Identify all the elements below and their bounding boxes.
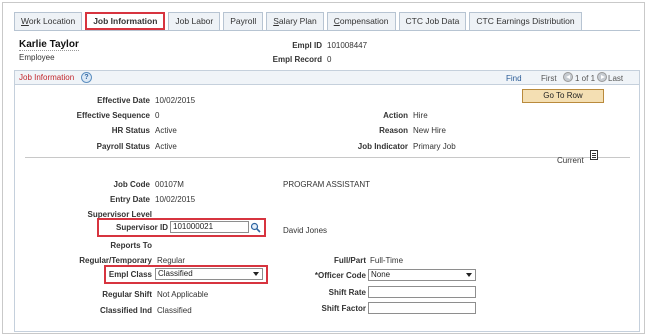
tab-divider (14, 30, 640, 31)
regular-temporary-value: Regular (157, 256, 186, 265)
reason-label: Reason (379, 126, 408, 135)
section-divider (25, 157, 630, 158)
document-icon (590, 150, 598, 160)
effective-date-label: Effective Date (97, 96, 150, 105)
previous-arrow-icon[interactable] (563, 72, 573, 82)
entry-date-value: 10/02/2015 (155, 195, 196, 204)
job-code-label: Job Code (113, 180, 150, 189)
hr-status-label: HR Status (111, 126, 150, 135)
shift-rate-input[interactable] (368, 286, 476, 298)
last-label: Last (608, 74, 624, 83)
regular-shift-label: Regular Shift (102, 290, 152, 299)
section-title: Job Information (19, 73, 75, 82)
effective-sequence-value: 0 (155, 111, 160, 120)
empl-id-value: 101008447 (327, 41, 368, 50)
regular-temporary-label: Regular/Temporary (79, 256, 152, 265)
empl-record-value: 0 (327, 55, 332, 64)
shift-rate-label: Shift Rate (328, 288, 366, 297)
employee-name: Karlie Taylor (19, 39, 79, 51)
next-arrow-icon[interactable] (597, 72, 607, 82)
tab-salary-plan[interactable]: Salary Plan (266, 12, 324, 30)
chevron-down-icon (466, 273, 472, 277)
shift-factor-input[interactable] (368, 302, 476, 314)
search-icon[interactable] (250, 222, 261, 233)
supervisor-name: David Jones (283, 226, 328, 235)
reason-value: New Hire (413, 126, 446, 135)
empl-class-label: Empl Class (108, 270, 152, 279)
tab-compensation[interactable]: Compensation (326, 12, 396, 30)
tab-job-labor[interactable]: Job Labor (168, 12, 221, 30)
empl-record-label: Empl Record (272, 55, 322, 64)
effective-date-value: 10/02/2015 (155, 96, 196, 105)
chevron-down-icon (253, 272, 259, 276)
officer-code-selected: None (371, 270, 391, 279)
full-part-label: Full/Part (333, 256, 366, 265)
payroll-status-label: Payroll Status (96, 142, 150, 151)
officer-code-select[interactable]: None (368, 269, 476, 281)
payroll-status-value: Active (155, 142, 177, 151)
reports-to-label: Reports To (110, 241, 152, 250)
tab-ctc-earnings-distribution[interactable]: CTC Earnings Distribution (469, 12, 582, 30)
supervisor-id-input[interactable]: 101000021 (170, 221, 249, 233)
find-link[interactable]: Find (506, 74, 522, 83)
supervisor-id-label: Supervisor ID (115, 223, 168, 232)
full-part-value: Full-Time (370, 256, 404, 265)
action-value: Hire (413, 111, 428, 120)
help-icon[interactable]: ? (81, 72, 92, 83)
tab-ctc-job-data[interactable]: CTC Job Data (398, 12, 467, 30)
first-label: First (541, 74, 557, 83)
row-count: 1 of 1 (575, 74, 596, 83)
classified-ind-value: Classified (157, 306, 192, 315)
job-code-value: 00107M (155, 180, 184, 189)
regular-shift-value: Not Applicable (157, 290, 209, 299)
hr-status-value: Active (155, 126, 177, 135)
job-code-description: PROGRAM ASSISTANT (283, 180, 370, 189)
go-to-row-button[interactable]: Go To Row (522, 89, 604, 103)
empl-class-selected: Classified (158, 269, 193, 278)
job-indicator-label: Job Indicator (357, 142, 408, 151)
tab-work-location[interactable]: Work Location (14, 12, 83, 30)
tab-bar: Work Location Job Information Job Labor … (14, 12, 585, 32)
officer-code-label: *Officer Code (314, 271, 366, 280)
classified-ind-label: Classified Ind (99, 306, 152, 315)
empl-id-label: Empl ID (292, 41, 322, 50)
entry-date-label: Entry Date (109, 195, 150, 204)
shift-factor-label: Shift Factor (321, 304, 366, 313)
empl-class-select[interactable]: Classified (155, 268, 263, 280)
current-label: Current (557, 156, 584, 165)
effective-sequence-label: Effective Sequence (76, 111, 150, 120)
tab-payroll[interactable]: Payroll (223, 12, 264, 30)
employee-role: Employee (19, 53, 55, 62)
tab-job-information[interactable]: Job Information (85, 12, 166, 30)
action-label: Action (383, 111, 408, 120)
job-indicator-value: Primary Job (413, 142, 456, 151)
